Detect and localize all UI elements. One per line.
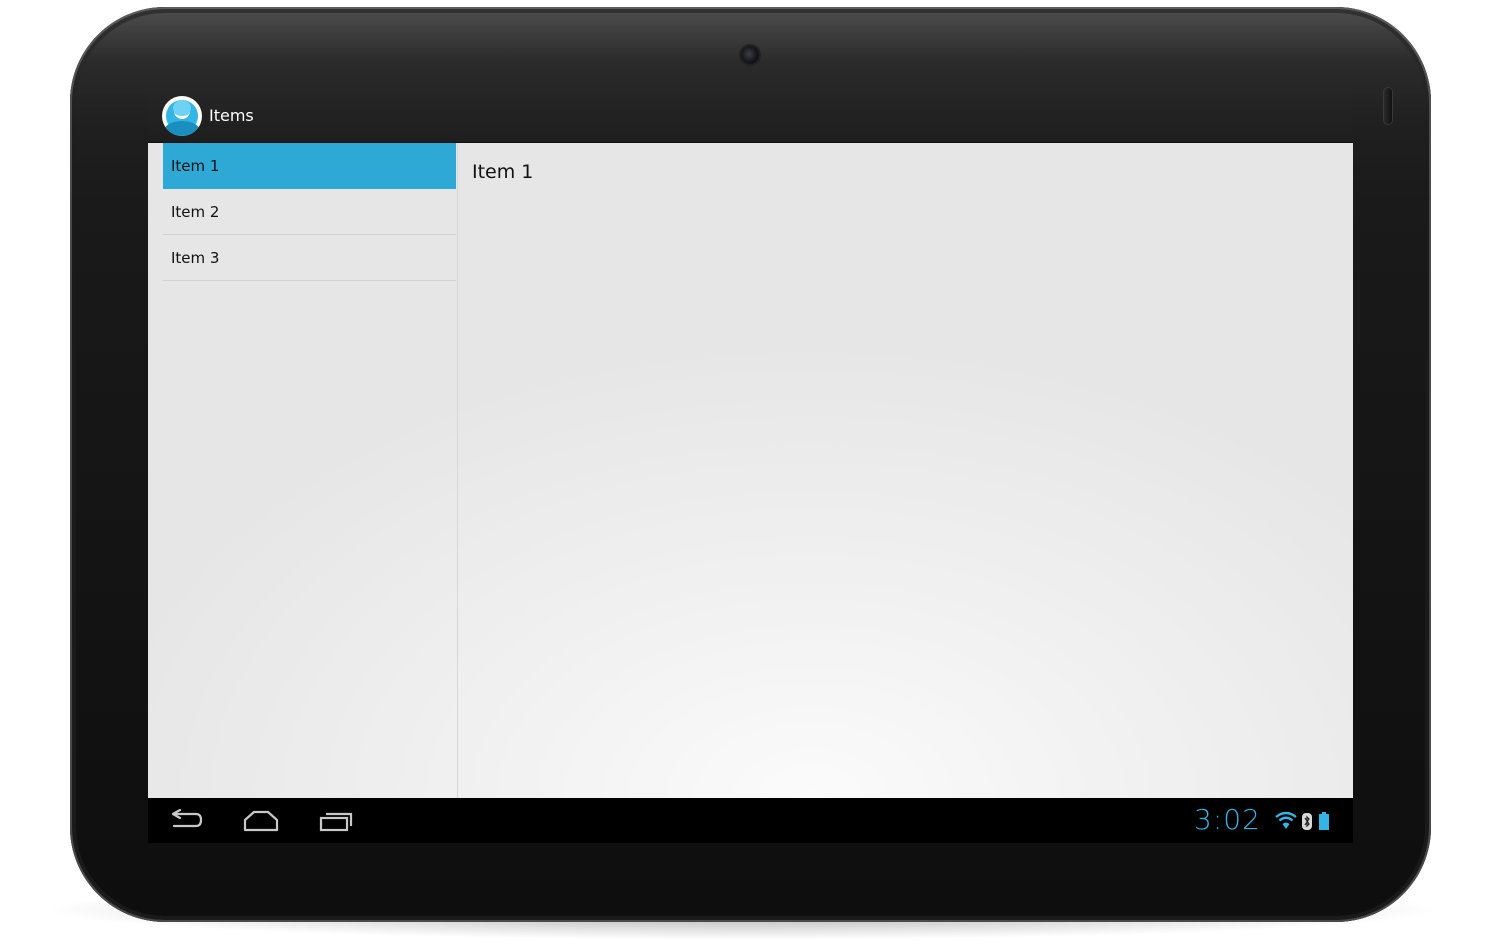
item-detail-text: Item 1 (472, 161, 534, 183)
list-item-3[interactable]: Item 3 (163, 235, 456, 281)
list-item-label: Item 1 (171, 157, 220, 175)
screen: Items Item 1 Item 2 Item 3 Item 1 3:02 (148, 90, 1353, 843)
list-item-1[interactable]: Item 1 (163, 143, 456, 189)
device-stage: Items Item 1 Item 2 Item 3 Item 1 3:02 (0, 0, 1485, 947)
content-area: Item 1 Item 2 Item 3 Item 1 (148, 143, 1353, 798)
system-navigation-bar: 3:02 (148, 798, 1353, 843)
app-logo-icon[interactable] (162, 96, 202, 136)
back-icon[interactable] (168, 808, 204, 834)
status-clock[interactable]: 3:02 (1194, 803, 1261, 837)
list-item-label: Item 2 (171, 203, 220, 221)
app-logo-body (164, 121, 200, 136)
action-bar: Items (148, 90, 1353, 144)
status-icons[interactable] (1274, 810, 1344, 832)
list-item-label: Item 3 (171, 249, 220, 267)
home-icon[interactable] (242, 808, 280, 834)
item-list-pane: Item 1 Item 2 Item 3 (148, 143, 458, 798)
list-item-2[interactable]: Item 2 (163, 189, 456, 235)
front-camera-icon (741, 46, 759, 64)
side-button (1384, 88, 1392, 124)
bluetooth-icon (1302, 813, 1312, 830)
wifi-icon (1275, 811, 1297, 829)
recent-apps-icon[interactable] (318, 808, 354, 834)
page-title: Items (209, 106, 254, 125)
item-list: Item 1 Item 2 Item 3 (163, 143, 456, 281)
battery-icon (1319, 812, 1329, 830)
